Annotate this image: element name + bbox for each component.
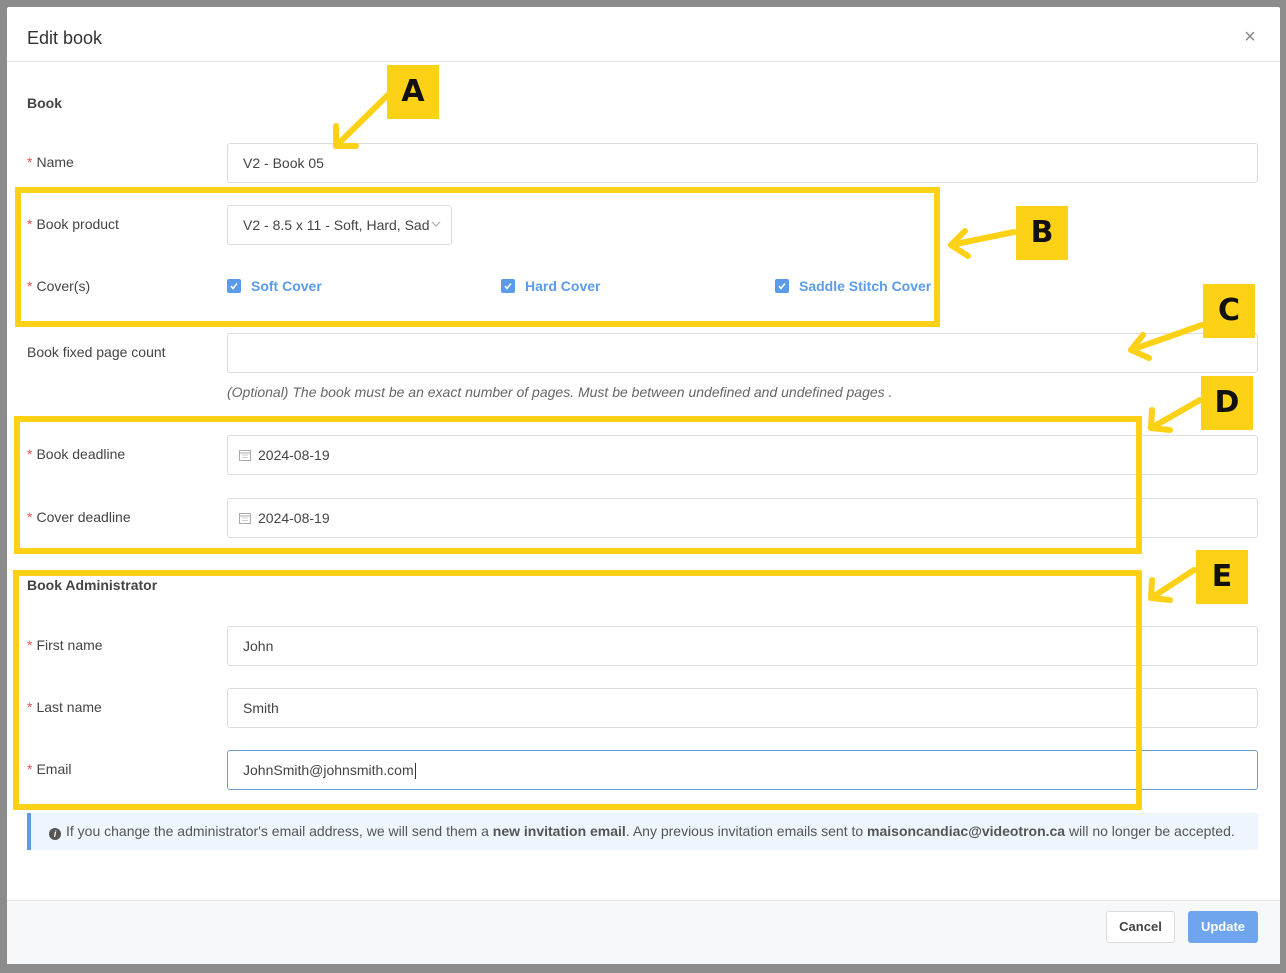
fixed-page-count-input[interactable] [227,333,1258,373]
cancel-button[interactable]: Cancel [1106,911,1175,943]
required-marker: * [27,154,33,170]
info-icon: i [49,828,61,840]
modal-title: Edit book [27,28,103,48]
fixed-page-count-label: Book fixed page count [27,344,166,360]
update-button[interactable]: Update [1188,911,1258,943]
name-label: * Name [27,154,74,170]
annotation-tag-e: E [1196,550,1248,604]
modal-footer: Cancel Update [7,900,1280,964]
annotation-tag-d: D [1201,376,1253,430]
highlight-box-e [13,570,1142,810]
annotation-tag-c: C [1203,284,1255,338]
annotation-tag-b: B [1016,206,1068,260]
section-title-book: Book [27,95,62,111]
close-icon[interactable]: × [1240,27,1260,47]
name-input[interactable]: V2 - Book 05 [227,143,1258,183]
highlight-box-d [14,416,1142,554]
fixed-page-count-hint: (Optional) The book must be an exact num… [227,384,893,400]
email-change-info: i If you change the administrator's email… [27,813,1258,850]
highlight-box-b [15,187,940,327]
modal-header: Edit book × [7,7,1280,62]
annotation-tag-a: A [387,65,439,119]
